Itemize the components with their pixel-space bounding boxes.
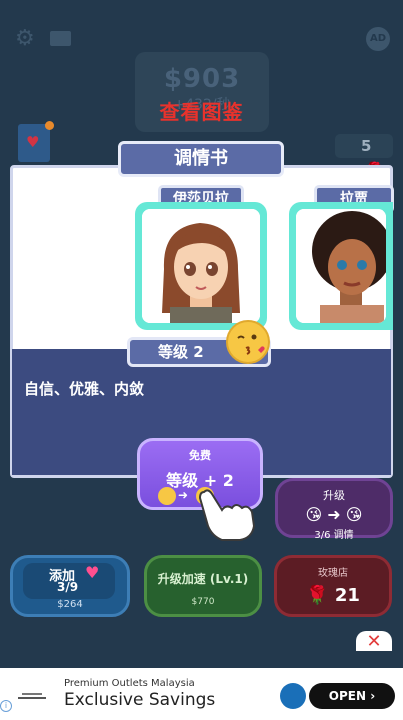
character-traits: 自信、优雅、内敛: [24, 380, 145, 398]
isabella-portrait-svg: [142, 209, 260, 323]
character-card-isabella[interactable]: [135, 202, 267, 330]
rose-count: 5: [361, 137, 372, 155]
advertiser-logo: [12, 688, 52, 708]
close-ad-button[interactable]: ✕: [356, 631, 392, 652]
panel-title: 调情书: [118, 141, 284, 177]
character-portrait: [142, 209, 260, 323]
settings-gear-icon[interactable]: ⚙: [15, 26, 35, 51]
character-card-raja[interactable]: [289, 202, 393, 330]
store-rose-count: 21: [334, 585, 360, 606]
ad-open-button[interactable]: OPEN ›: [309, 683, 395, 709]
ad-headline: Exclusive Savings: [64, 690, 216, 710]
rose-counter: 5 🌹: [335, 134, 393, 179]
heart-icon: ♥: [26, 133, 40, 151]
kiss-face-svg: [237, 334, 265, 355]
upgrade-emojis: 😘 ➜ 😘: [305, 505, 363, 524]
heart-icon: ♥: [85, 563, 100, 582]
upgrade-progress: 3/6 调情: [314, 530, 354, 541]
small-kiss-emoji-icon: [158, 487, 176, 505]
speed-label: 升级加速 (Lv.1): [157, 572, 249, 586]
brand-p-icon: [280, 683, 306, 709]
hand-pointer-svg: [198, 489, 256, 541]
no-ads-icon[interactable]: AD: [366, 27, 390, 51]
ad-info-icon[interactable]: i: [0, 700, 12, 712]
arrow-icon: ➜: [178, 488, 189, 502]
free-label: 免费: [189, 449, 211, 462]
money-value: $903: [163, 64, 241, 94]
notification-dot: [45, 121, 54, 130]
upgrade-label: 升级: [323, 489, 345, 502]
view-gallery-link[interactable]: 查看图鉴: [0, 96, 403, 125]
logo-svg: [18, 693, 46, 699]
mail-icon[interactable]: [50, 31, 71, 46]
character-portrait: [296, 209, 386, 323]
speed-upgrade-button[interactable]: 升级加速 (Lv.1) $770: [144, 555, 262, 617]
speed-cost: $770: [191, 597, 215, 607]
open-label: OPEN: [328, 689, 367, 703]
upgrade-button[interactable]: 升级 😘 ➜ 😘 3/6 调情: [275, 478, 393, 541]
store-roses-row: 🌹 21: [277, 585, 389, 606]
tutorial-hand-icon: [196, 486, 258, 546]
kiss-emoji-icon: [226, 320, 270, 364]
rose-store-button[interactable]: 玫瑰店 🌹 21: [274, 555, 392, 617]
add-cost: $264: [57, 599, 83, 610]
ad-subtitle: Premium Outlets Malaysia: [64, 678, 195, 689]
add-button[interactable]: 添加 ♥ 3/9 $264: [10, 555, 130, 617]
rose-icon: 🌹: [306, 585, 329, 606]
add-progress: 3/9: [57, 580, 79, 594]
chevron-right-icon: ›: [370, 689, 376, 703]
raja-portrait-svg: [296, 209, 386, 323]
store-label: 玫瑰店: [318, 568, 348, 579]
